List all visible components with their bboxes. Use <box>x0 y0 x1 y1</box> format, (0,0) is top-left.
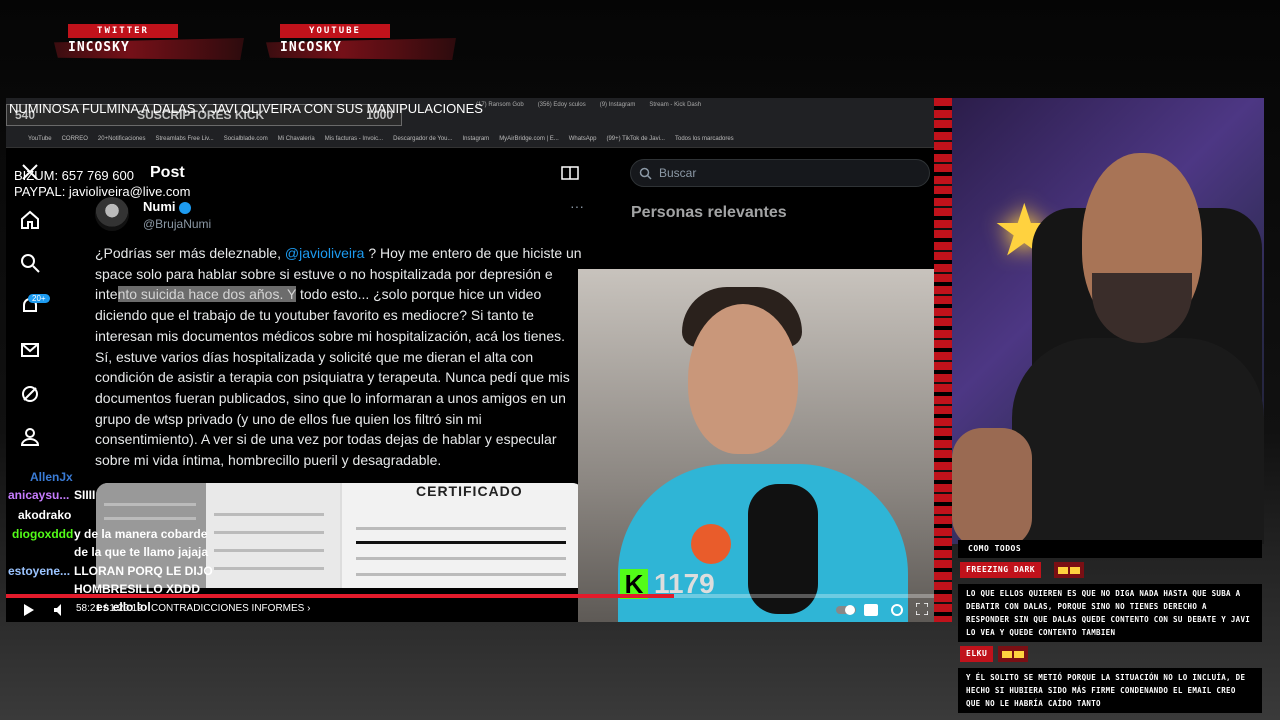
post-title: Post <box>150 164 185 181</box>
relevant-people-title: Personas relevantes <box>631 204 787 221</box>
fullscreen-icon[interactable] <box>916 603 928 615</box>
paypal-text: PAYPAL: javioliveira@live.com <box>14 184 191 199</box>
stream-frame: TWITTER INCOSKY YOUTUBE INCOSKY (17) Ran… <box>0 0 1280 720</box>
reader-mode-icon[interactable] <box>561 166 579 185</box>
browser-tab[interactable]: (9) Instagram <box>600 102 636 108</box>
certificate-image[interactable]: CERTIFICADO <box>342 483 584 588</box>
twitter-name: INCOSKY <box>68 40 130 55</box>
bookmark[interactable]: Descargador de You... <box>393 136 452 142</box>
bookmark[interactable]: Mi Chavalería <box>278 136 315 142</box>
bookmark[interactable]: Todos los marcadores <box>675 136 734 142</box>
chat-user: anicaysu... <box>8 488 70 502</box>
browser-tab[interactable]: (356) Edoy sculos <box>538 102 586 108</box>
player-controls: 58:21 / 1:20:19 CONTRADICCIONES INFORMES… <box>6 598 934 622</box>
profile-icon[interactable] <box>18 425 42 449</box>
play-icon[interactable] <box>24 604 34 616</box>
chat-user: diogoxddd <box>12 527 74 541</box>
settings-icon[interactable] <box>890 603 904 617</box>
post-text: ¿Podrías ser más deleznable, <box>95 245 285 261</box>
twitter-banner: TWITTER INCOSKY <box>54 24 244 60</box>
certificate-title: CERTIFICADO <box>416 483 523 499</box>
youtube-banner: YOUTUBE INCOSKY <box>266 24 456 60</box>
selected-text: nto suicida hace dos años. Y <box>117 286 297 303</box>
search-icon <box>639 167 652 180</box>
search-placeholder: Buscar <box>659 166 697 180</box>
chat-panel: COMO TODOS FREEZING DARK LO QUE ELLOS QU… <box>958 540 1262 716</box>
search-input[interactable]: Buscar <box>630 159 930 187</box>
bizum-text: BIZUM: 657 769 600 <box>14 168 134 183</box>
guest-face <box>688 304 798 454</box>
author-handle[interactable]: @BrujaNumi <box>143 217 211 231</box>
mention-link[interactable]: @javioliveira <box>285 245 365 261</box>
chat-username-tag: ELKU <box>960 646 994 662</box>
bookmark[interactable]: 20+Notificaciones <box>98 136 146 142</box>
streamer-hand <box>952 428 1032 544</box>
browser-tabs: (17) Ransom Gob (356) Edoy sculos (9) In… <box>476 98 701 112</box>
avatar[interactable] <box>95 197 129 231</box>
bookmark[interactable]: YouTube <box>28 136 52 142</box>
time-display: 58:21 / 1:20:19 <box>76 603 143 614</box>
grok-icon[interactable] <box>18 382 42 406</box>
subtitles-icon[interactable] <box>864 604 878 616</box>
chat-message: y de la manera cobarde <box>74 527 208 541</box>
verified-icon <box>178 201 191 214</box>
bookmarks-bar: YouTube CORREO 20+Notificaciones Streaml… <box>6 130 934 148</box>
video-title: NUMINOSA FULMINA A DALAS Y JAVI OLIVEIRA… <box>9 101 483 116</box>
autoplay-toggle-icon[interactable] <box>836 604 856 616</box>
bookmark[interactable]: Socialblade.com <box>224 136 268 142</box>
shirt-logo <box>691 524 731 564</box>
streamer-webcam: ★ <box>952 98 1264 544</box>
chat-message: Y ÉL SOLITO SE METIÓ PORQUE LA SITUACIÓN… <box>958 668 1262 713</box>
chat-message: de la que te llamo jajaja <box>74 545 209 559</box>
chat-message: COMO TODOS <box>958 540 1262 558</box>
chat-username-tag: FREEZING DARK <box>960 562 1042 578</box>
bookmark[interactable]: CORREO <box>62 136 88 142</box>
flag-badges <box>1054 562 1084 578</box>
notifications-badge: 20+ <box>28 294 50 303</box>
chat-user: akodrako <box>18 508 72 522</box>
streamer-body <box>1012 338 1264 544</box>
volume-icon[interactable] <box>54 604 66 616</box>
search-icon[interactable] <box>18 251 42 275</box>
more-options-icon[interactable]: ··· <box>570 198 584 214</box>
decorative-border <box>934 98 952 622</box>
youtube-name: INCOSKY <box>280 40 342 55</box>
author-name[interactable]: Numi <box>143 199 191 214</box>
home-icon[interactable] <box>18 208 42 232</box>
bookmark[interactable]: WhatsApp <box>569 136 597 142</box>
bookmark[interactable]: MyAirBridge.com | E... <box>499 136 559 142</box>
twitter-tag: TWITTER <box>68 24 178 38</box>
bookmark[interactable]: Mis facturas - Invoic... <box>325 136 383 142</box>
youtube-tag: YOUTUBE <box>280 24 390 38</box>
bookmark[interactable]: (99+) TikTok de Javi... <box>606 136 665 142</box>
video-player[interactable]: (17) Ransom Gob (356) Edoy sculos (9) In… <box>6 98 934 622</box>
chat-user: AllenJx <box>30 470 73 484</box>
browser-tab[interactable]: Stream - Kick Dash <box>649 102 701 108</box>
post-body: ¿Podrías ser más deleznable, @javiolivei… <box>95 243 583 471</box>
post-text: todo esto... ¿solo porque hice un video … <box>95 286 570 469</box>
chat-user: estoyene... <box>8 564 71 578</box>
chapter-title[interactable]: CONTRADICCIONES INFORMES › <box>151 603 310 614</box>
flag-badges <box>998 646 1028 662</box>
chat-message: SIIII <box>74 488 96 502</box>
messages-icon[interactable] <box>18 338 42 362</box>
bookmark[interactable]: Streamlabs Free Liv... <box>155 136 213 142</box>
chat-message: LO QUE ELLOS QUIEREN ES QUE NO DIGA NADA… <box>958 584 1262 642</box>
bookmark[interactable]: Instagram <box>463 136 490 142</box>
chat-message: LLORAN PORQ LE DIJO <box>74 564 213 578</box>
browser-tab[interactable]: (17) Ransom Gob <box>476 102 524 108</box>
author-name-text: Numi <box>143 199 176 214</box>
